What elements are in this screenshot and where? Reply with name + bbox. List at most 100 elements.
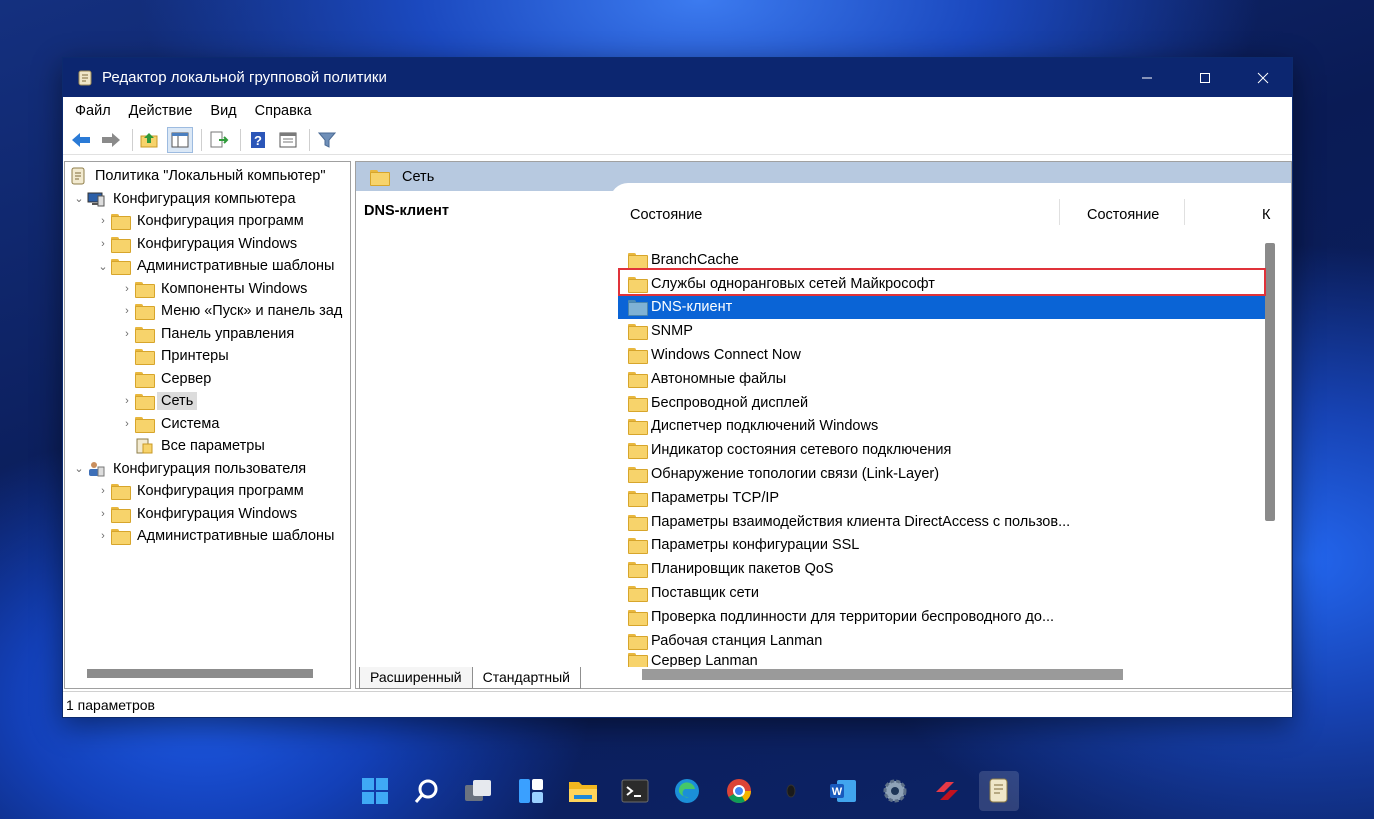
tree-item-cc-admin-templates[interactable]: ⌄ Административные шаблоны	[65, 255, 350, 278]
tree-item-cc-software[interactable]: › Конфигурация программ	[65, 210, 350, 233]
folder-icon	[135, 349, 155, 366]
list-item[interactable]: Сервер Lanman	[618, 652, 1268, 667]
tree-item-uc-windows[interactable]: › Конфигурация Windows	[65, 503, 350, 526]
vertical-scrollbar[interactable]	[1265, 243, 1275, 521]
column-separator[interactable]	[1059, 199, 1060, 225]
menu-help[interactable]: Справка	[246, 97, 321, 125]
folder-icon	[628, 276, 648, 293]
chevron-right-icon[interactable]: ›	[119, 305, 135, 317]
tab-extended[interactable]: Расширенный	[359, 667, 473, 689]
help-button[interactable]: ?	[245, 127, 271, 153]
chevron-right-icon[interactable]: ›	[95, 238, 111, 250]
tree-item-uc-admin-templates[interactable]: › Административные шаблоны	[65, 525, 350, 548]
tree-item-start-menu[interactable]: › Меню «Пуск» и панель зад	[65, 300, 350, 323]
forward-button[interactable]	[98, 127, 124, 153]
show-hide-tree-button[interactable]	[167, 126, 193, 153]
red-app-button[interactable]	[927, 771, 967, 811]
tree-item-root[interactable]: Политика "Локальный компьютер"	[65, 165, 350, 188]
list-item[interactable]: Беспроводной дисплей	[618, 391, 1268, 415]
up-level-button[interactable]	[137, 127, 163, 153]
windows-start-icon	[362, 778, 388, 804]
tree-item-network[interactable]: › Сеть	[65, 390, 350, 413]
column-header-comment[interactable]: К	[1262, 203, 1270, 227]
tree-item-user-config[interactable]: ⌄ Конфигурация пользователя	[65, 458, 350, 481]
tree-item-computer-config[interactable]: ⌄ Конфигурация компьютера	[65, 188, 350, 211]
menu-view[interactable]: Вид	[201, 97, 245, 125]
properties-button[interactable]	[275, 127, 301, 153]
horizontal-scrollbar[interactable]	[642, 669, 1123, 680]
chevron-right-icon[interactable]: ›	[95, 215, 111, 227]
settings-list[interactable]: Состояние Состояние К BranchCache Службы…	[618, 191, 1291, 688]
folder-icon	[628, 514, 648, 531]
tree-item-all-settings[interactable]: Все параметры	[65, 435, 350, 458]
chevron-down-icon[interactable]: ⌄	[71, 462, 87, 475]
folder-icon	[628, 586, 648, 603]
chevron-down-icon[interactable]: ⌄	[71, 192, 87, 205]
tree-item-system[interactable]: › Система	[65, 413, 350, 436]
title-bar[interactable]: Редактор локальной групповой политики	[63, 58, 1292, 97]
back-button[interactable]	[68, 127, 94, 153]
tree-item-server[interactable]: Сервер	[65, 368, 350, 391]
filter-button[interactable]	[314, 127, 340, 153]
tree-horizontal-scrollbar[interactable]	[87, 669, 313, 678]
word-button[interactable]: W	[823, 771, 863, 811]
chevron-down-icon[interactable]: ⌄	[95, 260, 111, 273]
tree-pane[interactable]: Политика "Локальный компьютер" ⌄ Конфигу…	[64, 161, 351, 689]
folder-icon	[111, 236, 131, 253]
column-header-state[interactable]: Состояние	[1087, 203, 1159, 227]
folder-icon	[628, 633, 648, 650]
list-item[interactable]: Обнаружение топологии связи (Link-Layer)	[618, 462, 1268, 486]
column-header-setting[interactable]: Состояние	[630, 203, 702, 227]
tree-item-control-panel[interactable]: › Панель управления	[65, 323, 350, 346]
column-separator[interactable]	[1184, 199, 1185, 225]
list-item[interactable]: Автономные файлы	[618, 367, 1268, 391]
close-button[interactable]	[1234, 58, 1292, 97]
widgets-button[interactable]	[511, 771, 551, 811]
chevron-right-icon[interactable]: ›	[95, 508, 111, 520]
start-button[interactable]	[355, 771, 395, 811]
search-button[interactable]	[407, 771, 447, 811]
minimize-button[interactable]	[1118, 58, 1176, 97]
edge-button[interactable]	[667, 771, 707, 811]
tree-item-cc-windows[interactable]: › Конфигурация Windows	[65, 233, 350, 256]
menu-file[interactable]: Файл	[66, 97, 120, 125]
file-explorer-button[interactable]	[563, 771, 603, 811]
export-list-button[interactable]	[206, 127, 232, 153]
list-item[interactable]: Параметры конфигурации SSL	[618, 534, 1268, 558]
menu-bar: Файл Действие Вид Справка	[63, 97, 1292, 125]
chevron-right-icon[interactable]: ›	[119, 283, 135, 295]
policy-scroll-icon	[78, 70, 92, 85]
list-item[interactable]: Параметры взаимодействия клиента DirectA…	[618, 510, 1268, 534]
list-item[interactable]: Индикатор состояния сетевого подключения	[618, 438, 1268, 462]
list-item[interactable]: Рабочая станция Lanman	[618, 629, 1268, 653]
folder-icon	[135, 394, 155, 411]
chevron-right-icon[interactable]: ›	[119, 328, 135, 340]
list-item[interactable]: BranchCache	[618, 248, 1268, 272]
list-item-selected[interactable]: DNS-клиент	[618, 295, 1268, 320]
list-item[interactable]: Проверка подлинности для территории бесп…	[618, 605, 1268, 629]
list-item[interactable]: Службы одноранговых сетей Майкрософт	[618, 272, 1268, 296]
chevron-right-icon[interactable]: ›	[95, 530, 111, 542]
policy-editor-button[interactable]	[979, 771, 1019, 811]
task-view-button[interactable]	[459, 771, 499, 811]
list-item[interactable]: Планировщик пакетов QoS	[618, 557, 1268, 581]
list-item[interactable]: Диспетчер подключений Windows	[618, 415, 1268, 439]
chrome-button[interactable]	[719, 771, 759, 811]
list-item[interactable]: Параметры TCP/IP	[618, 486, 1268, 510]
chevron-right-icon[interactable]: ›	[95, 485, 111, 497]
chevron-right-icon[interactable]: ›	[119, 395, 135, 407]
menu-action[interactable]: Действие	[120, 97, 202, 125]
details-header-title: Сеть	[402, 168, 435, 185]
tree-item-uc-software[interactable]: › Конфигурация программ	[65, 480, 350, 503]
list-item[interactable]: SNMP	[618, 319, 1268, 343]
list-item[interactable]: Windows Connect Now	[618, 343, 1268, 367]
list-item[interactable]: Поставщик сети	[618, 581, 1268, 605]
tree-item-printers[interactable]: Принтеры	[65, 345, 350, 368]
maximize-button[interactable]	[1176, 58, 1234, 97]
app-button[interactable]	[771, 771, 811, 811]
tab-standard[interactable]: Стандартный	[471, 667, 581, 689]
terminal-button[interactable]	[615, 771, 655, 811]
settings-button[interactable]	[875, 771, 915, 811]
tree-item-windows-components[interactable]: › Компоненты Windows	[65, 278, 350, 301]
chevron-right-icon[interactable]: ›	[119, 418, 135, 430]
